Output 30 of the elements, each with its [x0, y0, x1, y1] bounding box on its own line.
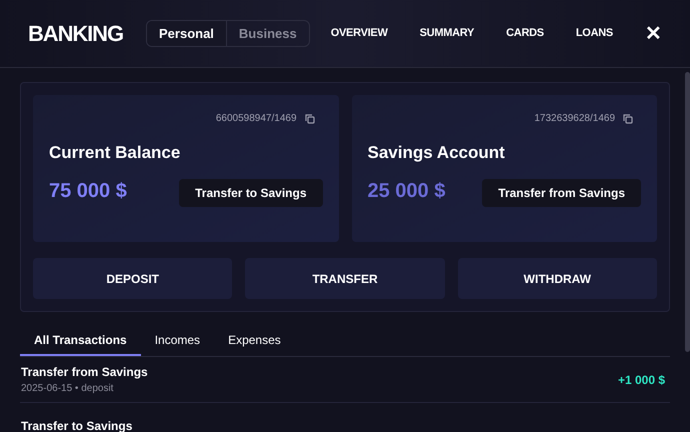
copy-icon[interactable] — [623, 114, 633, 124]
account-amount: 75 000 $ — [49, 178, 127, 204]
transaction-title: Transfer to Savings — [21, 418, 132, 432]
nav-link[interactable]: CARDS — [506, 25, 544, 42]
transaction-amount: +1 000 $ — [618, 372, 666, 388]
transfer-button[interactable]: Transfer from Savings — [482, 178, 641, 206]
logo: BANKING — [28, 20, 124, 48]
mode-tab[interactable]: Personal — [147, 21, 226, 46]
mode-tab[interactable]: Business — [226, 21, 309, 46]
transfer-button[interactable]: Transfer to Savings — [179, 178, 322, 206]
transaction-meta: 2025-06-15 • deposit — [21, 382, 114, 396]
action-button[interactable]: TRANSFER — [245, 258, 445, 299]
nav-link[interactable]: LOANS — [576, 25, 613, 42]
nav-link[interactable]: SUMMARY — [420, 25, 474, 42]
transaction-tab[interactable]: Expenses — [214, 326, 295, 356]
transaction-tab[interactable]: All Transactions — [20, 326, 141, 356]
action-button[interactable]: DEPOSIT — [33, 258, 232, 299]
account-number: 6600598947/1469 — [216, 112, 296, 126]
transaction-row[interactable]: Transfer to Savings — [20, 403, 670, 432]
copy-icon[interactable] — [304, 114, 314, 124]
account-amount: 25 000 $ — [368, 178, 446, 204]
transaction-tab[interactable]: Incomes — [140, 326, 214, 356]
close-button[interactable]: ✕ — [645, 24, 662, 44]
account-title: Savings Account — [368, 142, 506, 164]
action-button[interactable]: WITHDRAW — [458, 258, 657, 299]
account-title: Current Balance — [49, 142, 182, 164]
nav-link[interactable]: OVERVIEW — [330, 25, 388, 42]
transaction-title: Transfer from Savings — [21, 364, 148, 381]
account-number: 1732639628/1469 — [534, 112, 615, 126]
transaction-row[interactable]: Transfer from Savings 2025-06-15 • deposit +1 000 $ — [20, 357, 670, 403]
